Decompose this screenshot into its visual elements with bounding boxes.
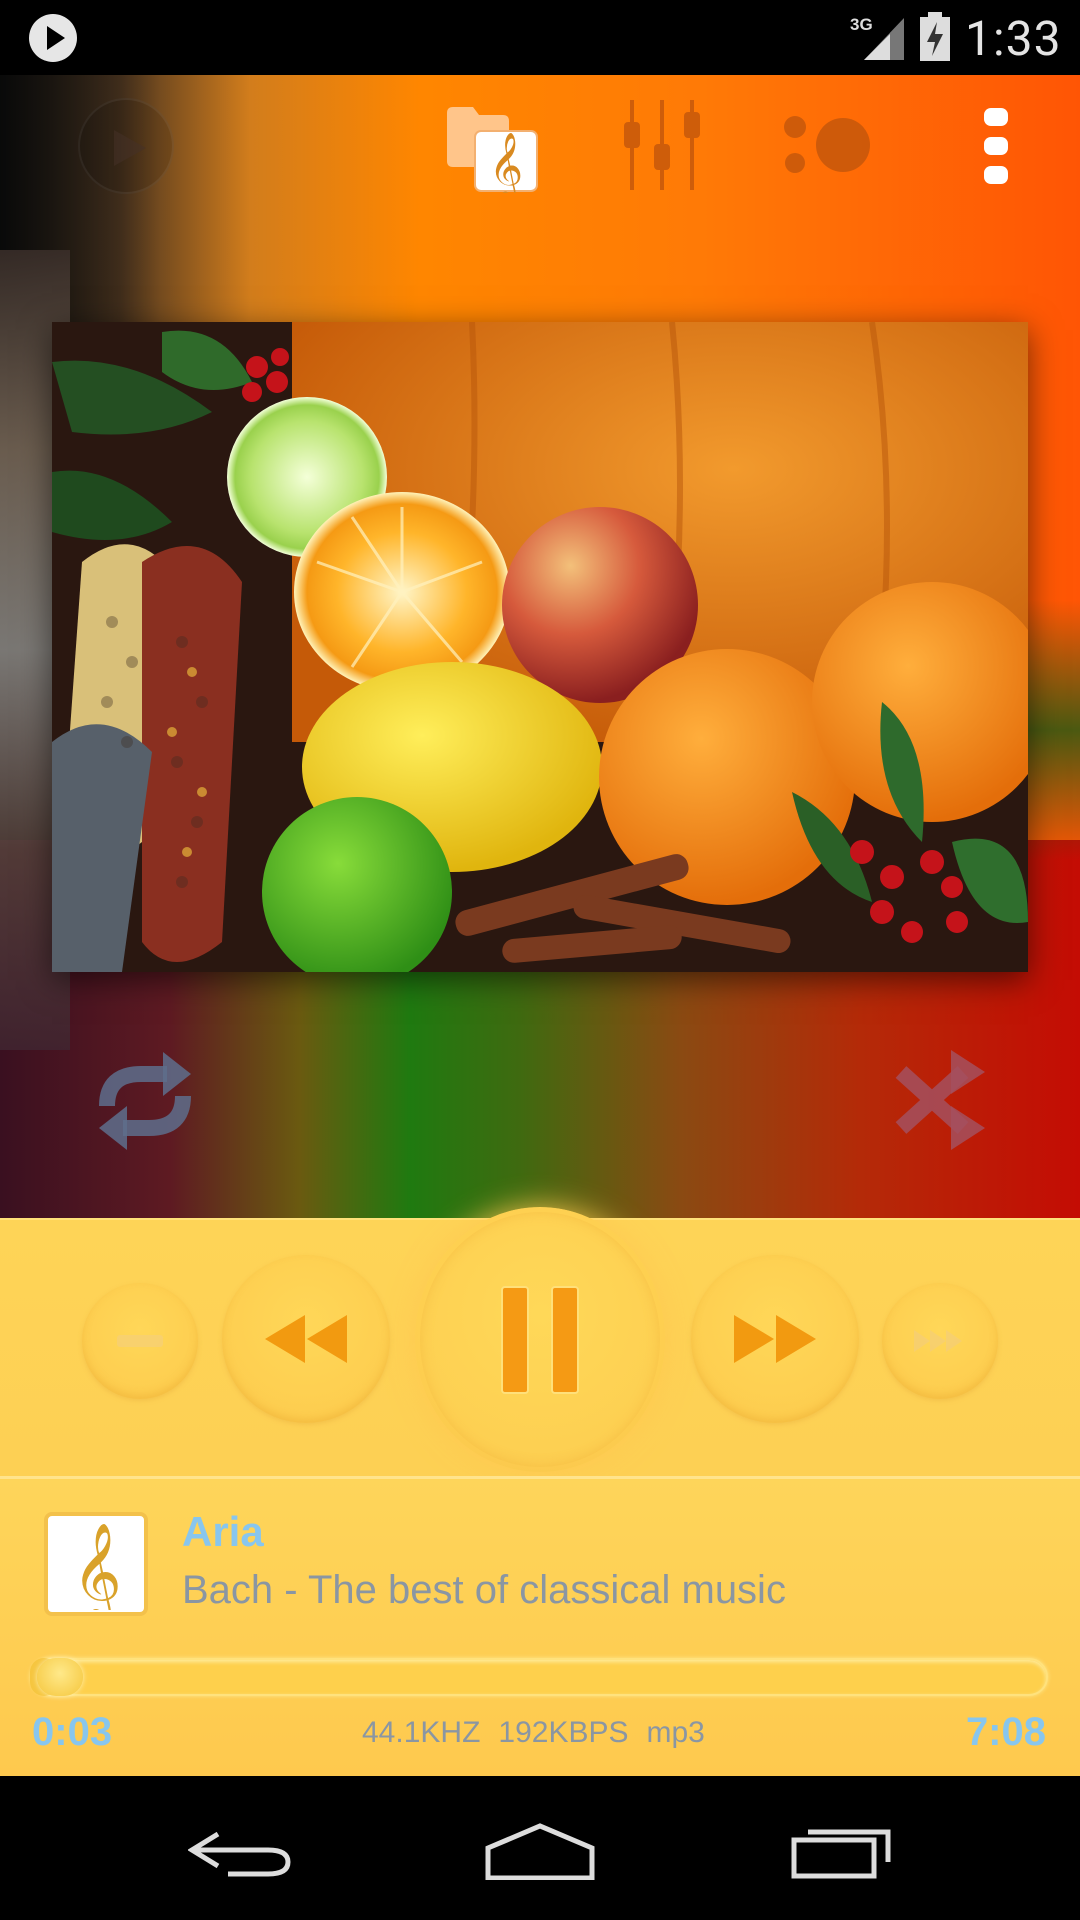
equalizer-icon[interactable] — [622, 100, 702, 190]
audio-info: 44.1KHZ 192KBPS mp3 — [362, 1716, 723, 1750]
fast-forward-button[interactable] — [691, 1255, 859, 1423]
bitrate: 192KBPS — [498, 1716, 629, 1749]
pause-button[interactable] — [420, 1212, 660, 1467]
play-notification-icon — [29, 14, 77, 62]
next-track-button[interactable] — [882, 1283, 998, 1399]
track-title[interactable]: Aria — [182, 1508, 264, 1556]
album-art-image — [52, 322, 1028, 972]
now-playing-button[interactable] — [78, 98, 174, 194]
seek-bar[interactable] — [30, 1658, 1048, 1696]
home-icon[interactable] — [484, 1822, 596, 1880]
svg-text:𝄞: 𝄞 — [489, 131, 523, 193]
network-type-label: 3G — [850, 15, 873, 34]
treble-clef-icon: 𝄞 — [72, 1522, 122, 1610]
repeat-icon[interactable] — [97, 1048, 193, 1154]
shuffle-icon[interactable] — [893, 1048, 987, 1152]
sample-rate: 44.1KHZ — [362, 1716, 481, 1749]
library-icon[interactable]: 𝄞 — [445, 103, 540, 193]
pause-icon — [501, 1285, 579, 1394]
total-time: 7:08 — [965, 1710, 1046, 1754]
status-bar: 3G 1:33 — [0, 0, 1080, 75]
status-time: 1:33 — [965, 10, 1062, 67]
seek-bar-handle[interactable] — [37, 1658, 83, 1696]
previous-track-button[interactable] — [82, 1283, 198, 1399]
elapsed-time: 0:03 — [32, 1710, 113, 1754]
next-track-icon — [914, 1330, 962, 1352]
fast-forward-icon — [734, 1315, 816, 1363]
album-art — [52, 322, 1028, 972]
battery-charging-icon — [920, 12, 950, 61]
back-icon[interactable] — [188, 1826, 292, 1878]
play-icon — [114, 130, 146, 166]
overflow-menu-icon[interactable] — [982, 106, 1010, 186]
track-album[interactable]: Bach - The best of classical music — [182, 1568, 786, 1613]
svg-text:𝄞: 𝄞 — [72, 1522, 122, 1610]
signal-icon: 3G — [850, 15, 904, 60]
visualizer-icon[interactable] — [783, 115, 878, 180]
track-thumbnail[interactable]: 𝄞 — [44, 1512, 148, 1616]
recents-icon[interactable] — [790, 1822, 896, 1880]
rewind-button[interactable] — [222, 1255, 390, 1423]
file-format: mp3 — [646, 1716, 705, 1749]
previous-track-icon — [117, 1335, 163, 1347]
rewind-icon — [265, 1315, 347, 1363]
